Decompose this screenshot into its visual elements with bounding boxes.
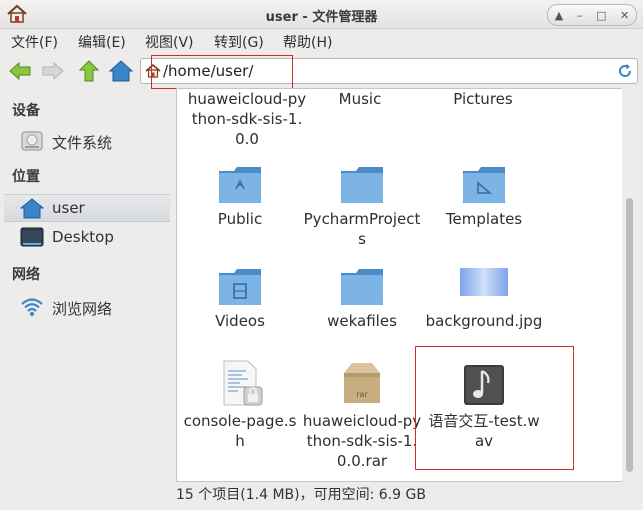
folder-templates-icon	[463, 167, 505, 203]
file-item-rar[interactable]: rar huaweicloud-python-sdk-sis-1.0.0.rar	[302, 359, 422, 470]
file-item-pycharm[interactable]: PycharmProjects	[302, 161, 422, 251]
title-bar: user - 文件管理器 ▲ – □ ✕	[0, 0, 643, 29]
file-item-console-page[interactable]: console-page.sh	[180, 359, 300, 469]
file-item-public[interactable]: Public	[180, 161, 300, 251]
close-button[interactable]: ✕	[620, 9, 629, 22]
refresh-icon[interactable]	[617, 63, 633, 79]
folder-public-icon	[219, 167, 261, 203]
file-name: Videos	[215, 312, 265, 330]
forward-arrow-icon[interactable]	[40, 58, 66, 84]
file-name: console-page.sh	[183, 412, 297, 450]
file-name: Templates	[445, 210, 523, 228]
file-item-wekafiles[interactable]: wekafiles	[302, 263, 422, 343]
menu-file[interactable]: 文件(F)	[11, 32, 58, 52]
maximize-button[interactable]: □	[596, 9, 606, 22]
sidebar-header-devices: 设备	[12, 103, 40, 119]
menu-edit[interactable]: 编辑(E)	[78, 32, 126, 52]
folder-icon	[341, 269, 383, 305]
up-arrow-icon[interactable]	[76, 58, 102, 84]
wav-highlight-box	[415, 346, 574, 470]
folder-videos-icon	[219, 269, 261, 305]
shade-button[interactable]: ▲	[555, 9, 563, 22]
sidebar-item-filesystem[interactable]: 文件系统	[4, 128, 170, 154]
wifi-icon	[21, 298, 43, 316]
file-item-templates[interactable]: Templates	[424, 161, 544, 251]
back-arrow-icon[interactable]	[7, 58, 33, 84]
file-name: huaweicloud-python-sdk-sis-1.0.0	[187, 90, 307, 148]
home-icon	[20, 198, 44, 219]
sidebar-item-label: 文件系统	[52, 134, 113, 152]
menu-help[interactable]: 帮助(H)	[283, 32, 332, 52]
file-item-background[interactable]: background.jpg	[424, 263, 544, 353]
file-item-pictures[interactable]: Pictures	[423, 89, 543, 119]
sidebar-item-label: Desktop	[52, 228, 114, 246]
home-icon[interactable]	[108, 58, 134, 84]
menu-view[interactable]: 视图(V)	[145, 32, 194, 52]
file-item-music[interactable]: Music	[300, 89, 420, 119]
sidebar-item-label: 浏览网络	[52, 300, 113, 318]
desktop-icon	[20, 227, 44, 247]
svg-text:rar: rar	[356, 390, 368, 399]
sidebar-header-places: 位置	[12, 169, 40, 185]
file-name: wekafiles	[327, 312, 397, 330]
sidebar-item-browse-network[interactable]: 浏览网络	[4, 294, 170, 320]
archive-box-icon: rar	[344, 363, 380, 403]
sidebar-item-label: user	[52, 199, 85, 217]
file-name: PycharmProjects	[303, 210, 421, 248]
minimize-button[interactable]: –	[577, 9, 583, 22]
file-name: background.jpg	[425, 312, 543, 330]
file-name: huaweicloud-python-sdk-sis-1.0.0.rar	[302, 412, 422, 470]
file-item-videos[interactable]: Videos	[180, 263, 300, 343]
menu-go[interactable]: 转到(G)	[214, 32, 264, 52]
sidebar: 设备 文件系统 位置 user Desktop 网络 浏览网络	[4, 90, 170, 504]
scrollbar-thumb[interactable]	[626, 198, 633, 472]
status-bar: 15 个项目(1.4 MB)，可用空间: 6.9 GB	[176, 487, 426, 503]
menu-bar: 文件(F) 编辑(E) 视图(V) 转到(G) 帮助(H)	[0, 28, 643, 54]
path-highlight-box	[151, 55, 293, 89]
script-file-icon	[223, 360, 263, 406]
folder-icon	[341, 167, 383, 203]
sidebar-item-desktop[interactable]: Desktop	[4, 224, 170, 250]
sidebar-item-user[interactable]: user	[4, 194, 170, 222]
image-thumbnail-icon	[460, 268, 508, 296]
file-name: Public	[217, 210, 263, 228]
file-item-huaweicloud-sdk[interactable]: huaweicloud-python-sdk-sis-1.0.0	[187, 89, 307, 159]
harddisk-icon	[21, 131, 43, 151]
window-controls: ▲ – □ ✕	[547, 4, 637, 26]
sidebar-header-network: 网络	[12, 267, 40, 283]
file-name: Music	[338, 90, 382, 108]
file-name: Pictures	[453, 90, 513, 108]
vertical-scrollbar[interactable]	[622, 88, 636, 482]
